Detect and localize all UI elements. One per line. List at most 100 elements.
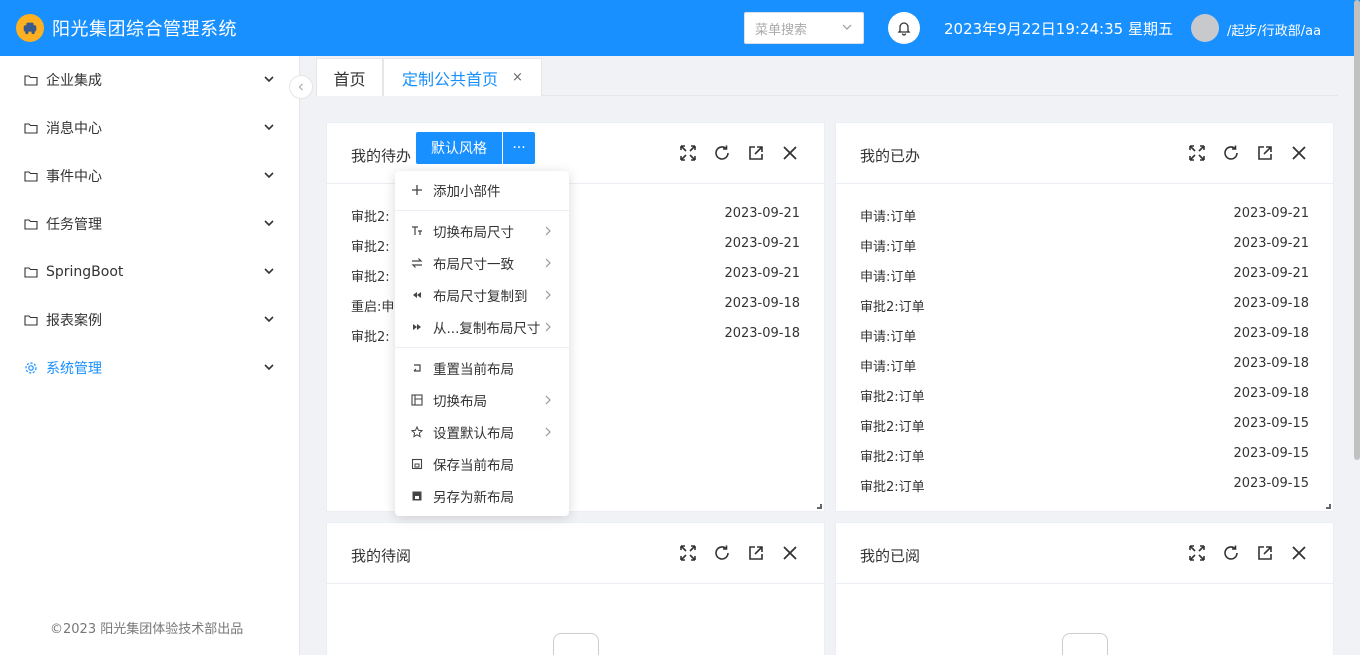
open-external-icon[interactable] [746,543,766,563]
sidebar-item-label: SpringBoot [46,264,124,280]
sidebar-item-springboot[interactable]: SpringBoot [0,248,300,296]
list-item[interactable]: 申请:订单 2023-09-21 [860,260,1309,290]
open-external-icon[interactable] [746,143,766,163]
menu-item-label: 切换布局尺寸 [433,225,514,241]
chevron-left-icon [298,83,303,91]
menu-item-label: 重置当前布局 [433,362,514,378]
folder-icon [24,75,38,86]
menu-divider [395,347,569,348]
refresh-icon[interactable] [712,543,732,563]
menu-item-unify-layout-size[interactable]: 布局尺寸一致 [395,247,569,279]
menu-item-label: 布局尺寸一致 [433,257,514,273]
chevron-down-icon [264,268,274,275]
open-external-icon[interactable] [1255,543,1275,563]
fullscreen-icon[interactable] [678,143,698,163]
tab-custom-home[interactable]: 定制公共首页 × [383,58,542,96]
sidebar-item-report-cases[interactable]: 报表案例 [0,296,300,344]
user-org-path[interactable]: /起步/行政部/aa [1227,20,1321,39]
close-icon[interactable]: × [512,70,523,85]
menu-item-reset-layout[interactable]: 重置当前布局 [395,352,569,384]
item-date: 2023-09-21 [1233,266,1309,281]
logo-icon [16,14,44,42]
default-style-button[interactable]: 默认风格 [416,132,502,164]
item-name: 审批2: [351,270,390,285]
chevron-right-icon [545,427,551,437]
top-header: 阳光集团综合管理系统 菜单搜索 2023年9月22日19:24:35 星期五 /… [0,0,1360,56]
menu-item-switch-layout-size[interactable]: 切换布局尺寸 [395,215,569,247]
list-item[interactable]: 审批2:订单 2023-09-15 [860,410,1309,440]
resize-handle[interactable] [1326,504,1331,509]
sidebar-item-system-management[interactable]: 系统管理 [0,344,300,392]
item-date: 2023-09-18 [1233,296,1309,311]
menu-item-save-layout[interactable]: 保存当前布局 [395,448,569,480]
card-header: 我的待阅 [327,523,824,584]
item-date: 2023-09-15 [1233,416,1309,431]
empty-inbox-icon [1062,633,1108,655]
tab-home[interactable]: 首页 [316,58,383,96]
list-item[interactable]: 审批2:订单 2023-09-15 [860,470,1309,500]
list-item[interactable]: 申请:订单 2023-09-21 [860,230,1309,260]
sidebar-item-label: 报表案例 [46,313,102,329]
plus-icon [411,184,423,196]
item-name: 审批2: [351,240,390,255]
tab-label: 首页 [333,69,366,89]
item-name: 申请:订单 [860,240,917,255]
layout-dropdown-menu: 添加小部件 切换布局尺寸 布局尺寸一致 布局尺寸复制到 从...复制布局尺寸 重… [395,171,569,516]
menu-item-save-as-new-layout[interactable]: 另存为新布局 [395,480,569,512]
sidebar-collapse-button[interactable] [289,75,313,99]
fullscreen-icon[interactable] [678,543,698,563]
menu-item-add-widget[interactable]: 添加小部件 [395,174,569,206]
star-icon [411,426,423,438]
sidebar-item-task-management[interactable]: 任务管理 [0,200,300,248]
refresh-icon[interactable] [1221,143,1241,163]
menu-item-copy-layout-size-to[interactable]: 布局尺寸复制到 [395,279,569,311]
item-date: 2023-09-21 [1233,236,1309,251]
fullscreen-icon[interactable] [1187,143,1207,163]
card-header: 我的已办 [836,123,1333,184]
sidebar-item-event-center[interactable]: 事件中心 [0,152,300,200]
folder-icon [24,267,38,278]
folder-icon [24,219,38,230]
menu-search-select[interactable]: 菜单搜索 [744,12,864,44]
menu-item-switch-layout[interactable]: 切换布局 [395,384,569,416]
list-item[interactable]: 审批2:订单 2023-09-18 [860,290,1309,320]
resize-handle[interactable] [817,504,822,509]
notification-bell-button[interactable] [888,12,920,44]
menu-search-placeholder: 菜单搜索 [755,22,808,38]
close-icon[interactable] [780,143,800,163]
list-item[interactable]: 审批2:订单 2023-09-15 [860,440,1309,470]
sidebar-item-enterprise-integration[interactable]: 企业集成 [0,56,300,104]
folder-icon [24,315,38,326]
list-item[interactable]: 申请:订单 2023-09-21 [860,200,1309,230]
list-item[interactable]: 申请:订单 2023-09-18 [860,350,1309,380]
list-item[interactable]: 审批2:订单 2023-09-18 [860,380,1309,410]
menu-item-label: 从...复制布局尺寸 [433,321,541,337]
sidebar-item-label: 事件中心 [46,169,102,185]
list-item[interactable]: 申请:订单 2023-09-18 [860,320,1309,350]
layout-icon [411,394,423,406]
refresh-icon[interactable] [1221,543,1241,563]
empty-inbox-icon [553,633,599,655]
menu-item-set-default-layout[interactable]: 设置默认布局 [395,416,569,448]
menu-item-copy-layout-size-from[interactable]: 从...复制布局尺寸 [395,311,569,343]
chevron-down-icon [264,124,274,131]
close-icon[interactable] [1289,143,1309,163]
fullscreen-icon[interactable] [1187,543,1207,563]
item-date: 2023-09-15 [1233,476,1309,491]
avatar[interactable] [1191,14,1219,42]
chevron-down-icon [264,364,274,371]
sidebar: 企业集成 消息中心 事件中心 任务管理 SpringBoot 报表案例 系统管理… [0,56,300,655]
open-external-icon[interactable] [1255,143,1275,163]
item-date: 2023-09-18 [1233,326,1309,341]
page-scrollbar[interactable] [1354,0,1360,460]
bell-icon [897,22,911,36]
close-icon[interactable] [1289,543,1309,563]
sidebar-item-message-center[interactable]: 消息中心 [0,104,300,152]
item-date: 2023-09-18 [724,326,800,341]
more-options-button[interactable]: ··· [503,132,535,164]
chevron-right-icon [545,290,551,300]
close-icon[interactable] [780,543,800,563]
refresh-icon[interactable] [712,143,732,163]
card-my-toread: 我的待阅 [326,522,825,655]
chevron-down-icon [264,76,274,83]
